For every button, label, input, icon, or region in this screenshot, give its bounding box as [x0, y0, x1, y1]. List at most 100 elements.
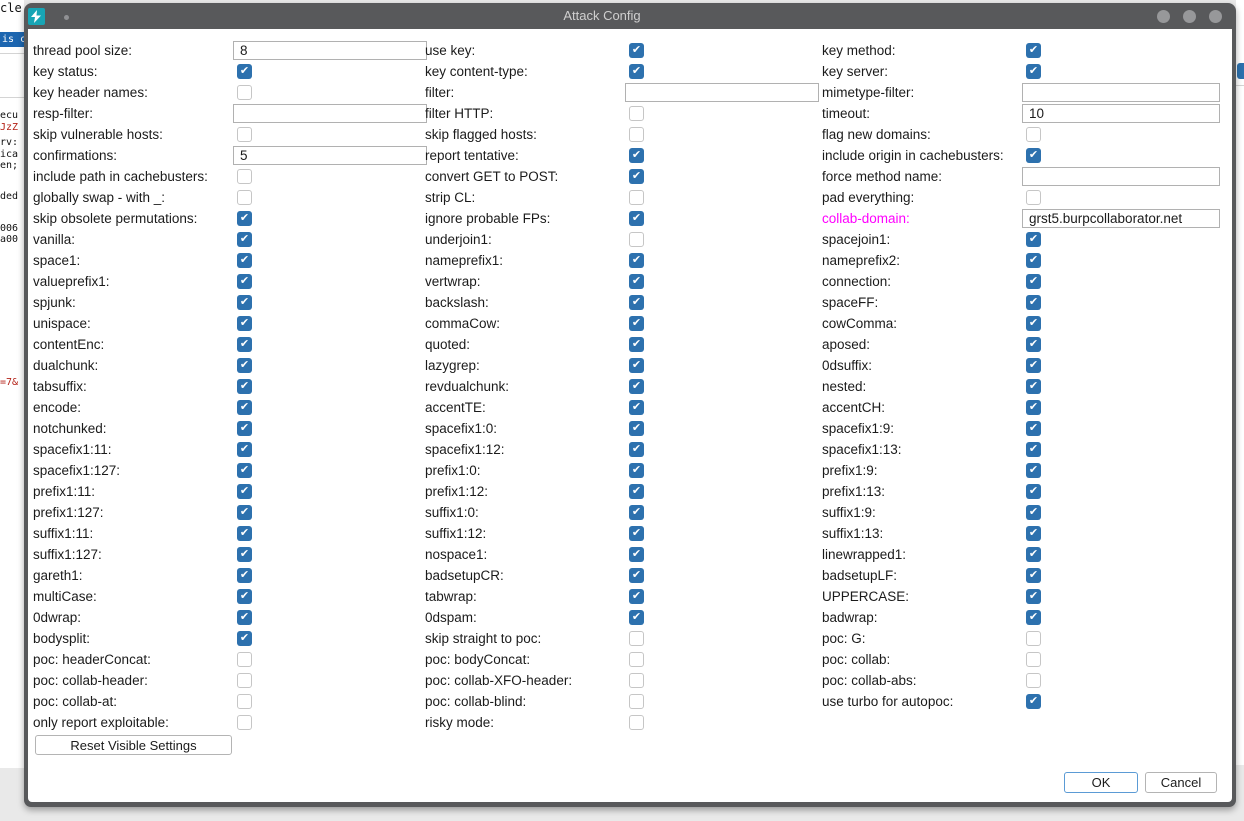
checkbox-aposed[interactable] — [1026, 337, 1041, 352]
checkbox-prefix1-0[interactable] — [629, 463, 644, 478]
checkbox-risky-mode[interactable] — [629, 715, 644, 730]
checkbox-badsetuplf[interactable] — [1026, 568, 1041, 583]
checkbox-spacefix1-9[interactable] — [1026, 421, 1041, 436]
checkbox-include-origin-in-cachebusters[interactable] — [1026, 148, 1041, 163]
checkbox-skip-vulnerable-hosts[interactable] — [237, 127, 252, 142]
checkbox-prefix1-13[interactable] — [1026, 484, 1041, 499]
input-confirmations[interactable] — [233, 146, 427, 165]
checkbox-poc-collab-xfo-header[interactable] — [629, 673, 644, 688]
checkbox-tabwrap[interactable] — [629, 589, 644, 604]
checkbox-notchunked[interactable] — [237, 421, 252, 436]
checkbox-gareth1[interactable] — [237, 568, 252, 583]
checkbox-poc-collab-at[interactable] — [237, 694, 252, 709]
checkbox-badwrap[interactable] — [1026, 610, 1041, 625]
checkbox-commacow[interactable] — [629, 316, 644, 331]
input-collab-domain[interactable] — [1022, 209, 1220, 228]
checkbox-convert-get-to-post[interactable] — [629, 169, 644, 184]
checkbox-suffix1-0[interactable] — [629, 505, 644, 520]
checkbox-poc-collab-header[interactable] — [237, 673, 252, 688]
checkbox-poc-g[interactable] — [1026, 631, 1041, 646]
checkbox-key-method[interactable] — [1026, 43, 1041, 58]
checkbox-0dspam[interactable] — [629, 610, 644, 625]
checkbox-spaceff[interactable] — [1026, 295, 1041, 310]
checkbox-unispace[interactable] — [237, 316, 252, 331]
checkbox-skip-obsolete-permutations[interactable] — [237, 211, 252, 226]
checkbox-strip-cl[interactable] — [629, 190, 644, 205]
checkbox-ignore-probable-fps[interactable] — [629, 211, 644, 226]
checkbox-cowcomma[interactable] — [1026, 316, 1041, 331]
checkbox-poc-collab[interactable] — [1026, 652, 1041, 667]
checkbox-key-server[interactable] — [1026, 64, 1041, 79]
reset-visible-settings-button[interactable]: Reset Visible Settings — [35, 735, 232, 755]
input-mimetype-filter[interactable] — [1022, 83, 1220, 102]
checkbox-include-path-in-cachebusters[interactable] — [237, 169, 252, 184]
minimize-button[interactable] — [1157, 10, 1170, 23]
checkbox-nospace1[interactable] — [629, 547, 644, 562]
checkbox-pad-everything[interactable] — [1026, 190, 1041, 205]
checkbox-only-report-exploitable[interactable] — [237, 715, 252, 730]
checkbox-quoted[interactable] — [629, 337, 644, 352]
checkbox-filter-http[interactable] — [629, 106, 644, 121]
checkbox-nameprefix2[interactable] — [1026, 253, 1041, 268]
checkbox-accentch[interactable] — [1026, 400, 1041, 415]
checkbox-connection[interactable] — [1026, 274, 1041, 289]
checkbox-spacefix1-0[interactable] — [629, 421, 644, 436]
input-force-method-name[interactable] — [1022, 167, 1220, 186]
input-resp-filter[interactable] — [233, 104, 427, 123]
checkbox-suffix1-11[interactable] — [237, 526, 252, 541]
checkbox-lazygrep[interactable] — [629, 358, 644, 373]
checkbox-prefix1-11[interactable] — [237, 484, 252, 499]
checkbox-vertwrap[interactable] — [629, 274, 644, 289]
checkbox-vanilla[interactable] — [237, 232, 252, 247]
input-thread-pool-size[interactable] — [233, 41, 427, 60]
checkbox-spacefix1-12[interactable] — [629, 442, 644, 457]
checkbox-uppercase[interactable] — [1026, 589, 1041, 604]
checkbox-suffix1-13[interactable] — [1026, 526, 1041, 541]
checkbox-key-content-type[interactable] — [629, 64, 644, 79]
checkbox-accentte[interactable] — [629, 400, 644, 415]
checkbox-use-key[interactable] — [629, 43, 644, 58]
checkbox-tabsuffix[interactable] — [237, 379, 252, 394]
checkbox-globally-swap-with[interactable] — [237, 190, 252, 205]
checkbox-underjoin1[interactable] — [629, 232, 644, 247]
checkbox-contentenc[interactable] — [237, 337, 252, 352]
checkbox-0dsuffix[interactable] — [1026, 358, 1041, 373]
checkbox-prefix1-127[interactable] — [237, 505, 252, 520]
checkbox-poc-collab-abs[interactable] — [1026, 673, 1041, 688]
checkbox-bodysplit[interactable] — [237, 631, 252, 646]
titlebar[interactable]: Attack Config — [24, 3, 1236, 29]
checkbox-key-status[interactable] — [237, 64, 252, 79]
checkbox-suffix1-12[interactable] — [629, 526, 644, 541]
close-button[interactable] — [1209, 10, 1222, 23]
checkbox-0dwrap[interactable] — [237, 610, 252, 625]
maximize-button[interactable] — [1183, 10, 1196, 23]
checkbox-prefix1-12[interactable] — [629, 484, 644, 499]
input-timeout[interactable] — [1022, 104, 1220, 123]
checkbox-skip-flagged-hosts[interactable] — [629, 127, 644, 142]
checkbox-skip-straight-to-poc[interactable] — [629, 631, 644, 646]
checkbox-prefix1-9[interactable] — [1026, 463, 1041, 478]
checkbox-encode[interactable] — [237, 400, 252, 415]
checkbox-flag-new-domains[interactable] — [1026, 127, 1041, 142]
ok-button[interactable]: OK — [1064, 772, 1138, 793]
checkbox-suffix1-127[interactable] — [237, 547, 252, 562]
checkbox-poc-collab-blind[interactable] — [629, 694, 644, 709]
checkbox-dualchunk[interactable] — [237, 358, 252, 373]
checkbox-revdualchunk[interactable] — [629, 379, 644, 394]
checkbox-spacefix1-11[interactable] — [237, 442, 252, 457]
checkbox-valueprefix1[interactable] — [237, 274, 252, 289]
checkbox-report-tentative[interactable] — [629, 148, 644, 163]
checkbox-spacefix1-127[interactable] — [237, 463, 252, 478]
checkbox-backslash[interactable] — [629, 295, 644, 310]
checkbox-spacefix1-13[interactable] — [1026, 442, 1041, 457]
checkbox-spjunk[interactable] — [237, 295, 252, 310]
checkbox-poc-headerconcat[interactable] — [237, 652, 252, 667]
checkbox-multicase[interactable] — [237, 589, 252, 604]
checkbox-nameprefix1[interactable] — [629, 253, 644, 268]
checkbox-poc-bodyconcat[interactable] — [629, 652, 644, 667]
checkbox-key-header-names[interactable] — [237, 85, 252, 100]
checkbox-nested[interactable] — [1026, 379, 1041, 394]
checkbox-suffix1-9[interactable] — [1026, 505, 1041, 520]
checkbox-space1[interactable] — [237, 253, 252, 268]
checkbox-use-turbo-for-autopoc[interactable] — [1026, 694, 1041, 709]
